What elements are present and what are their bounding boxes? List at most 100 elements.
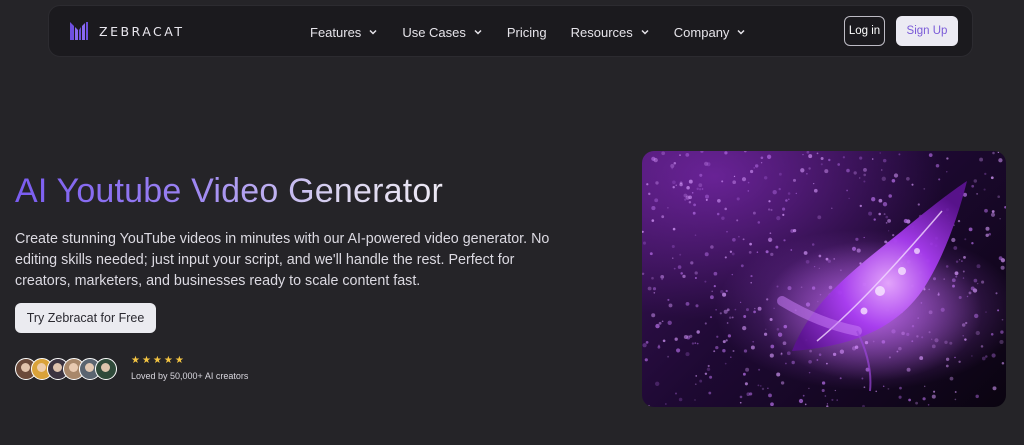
water-droplet [990, 333, 994, 336]
water-droplet [713, 285, 716, 288]
water-droplet [770, 208, 773, 212]
water-droplet [749, 242, 752, 246]
water-droplet [976, 193, 978, 195]
water-droplet [754, 164, 759, 168]
water-droplet [879, 152, 881, 154]
water-droplet [954, 398, 957, 401]
water-droplet [645, 341, 649, 344]
water-droplet [765, 250, 769, 254]
water-droplet [949, 376, 954, 381]
water-droplet [922, 397, 926, 401]
water-droplet [688, 179, 693, 184]
water-droplet [706, 367, 711, 372]
water-droplet [887, 219, 891, 223]
water-droplet [806, 151, 810, 154]
water-droplet [667, 355, 669, 358]
water-droplet [652, 287, 657, 291]
water-droplet [651, 219, 655, 222]
water-droplet [984, 172, 987, 176]
water-droplet [985, 226, 990, 231]
water-droplet [820, 163, 823, 166]
water-droplet [704, 322, 707, 325]
water-droplet [752, 340, 755, 343]
water-droplet [961, 260, 963, 262]
water-droplet [953, 246, 958, 250]
water-droplet [842, 156, 846, 159]
brand-logo[interactable]: ZEBRACAT [69, 21, 185, 41]
water-droplet [694, 399, 696, 401]
water-droplet [927, 404, 930, 406]
water-droplet [725, 339, 728, 342]
water-droplet [713, 350, 716, 353]
water-droplet [831, 207, 833, 209]
water-droplet [732, 180, 737, 185]
water-droplet [731, 252, 735, 256]
nav-item-pricing[interactable]: Pricing [507, 25, 547, 40]
water-droplet [748, 251, 752, 254]
nav-item-label: Company [673, 24, 730, 40]
water-droplet [992, 151, 995, 155]
water-droplet [721, 180, 724, 183]
water-droplet [846, 189, 849, 192]
water-droplet [698, 183, 703, 188]
water-droplet [795, 192, 797, 195]
water-droplet [742, 238, 745, 241]
water-droplet [649, 252, 653, 256]
water-droplet [767, 237, 773, 242]
try-free-button[interactable]: Try Zebracat for Free [15, 303, 156, 333]
nav-item-company[interactable]: Company [674, 25, 747, 40]
water-droplet [892, 233, 895, 237]
water-droplet [695, 375, 697, 377]
water-droplet [908, 398, 911, 402]
water-droplet [667, 206, 669, 209]
water-droplet [878, 212, 881, 216]
water-droplet [980, 345, 984, 348]
water-droplet [983, 188, 986, 191]
water-droplet [732, 349, 735, 353]
water-droplet [742, 325, 747, 331]
water-droplet [726, 308, 730, 312]
hero-description: Create stunning YouTube videos in minute… [15, 231, 550, 289]
water-droplet [648, 404, 650, 407]
water-droplet [828, 158, 831, 162]
nav-item-use-cases[interactable]: Use Cases [402, 25, 483, 40]
nav-item-resources[interactable]: Resources [571, 25, 650, 40]
water-droplet [655, 323, 660, 329]
water-droplet [958, 259, 961, 261]
water-droplet [935, 163, 940, 168]
water-droplet [863, 173, 866, 177]
water-droplet [671, 244, 675, 249]
water-droplet [642, 230, 644, 233]
water-droplet [928, 153, 933, 157]
water-droplet [769, 232, 772, 235]
water-droplet [713, 271, 718, 276]
login-button[interactable]: Log in [844, 16, 885, 46]
water-droplet [685, 301, 690, 306]
water-droplet [651, 206, 656, 211]
water-droplet [739, 301, 742, 303]
water-droplet [898, 153, 901, 156]
water-droplet [696, 342, 699, 345]
water-droplet [699, 379, 703, 383]
top-navbar: ZEBRACAT Features Use Cases Pricing Reso… [48, 5, 973, 57]
water-droplet [679, 154, 681, 156]
water-droplet [813, 182, 815, 185]
water-droplet [985, 355, 988, 358]
water-droplet [882, 202, 888, 207]
water-droplet [780, 353, 783, 356]
water-droplet [881, 176, 886, 181]
signup-button[interactable]: Sign Up [896, 16, 958, 46]
water-droplet [768, 200, 771, 203]
water-droplet [804, 403, 807, 406]
water-droplet [651, 276, 654, 280]
water-droplet [684, 198, 687, 201]
water-droplet [715, 309, 717, 311]
water-droplet [780, 381, 785, 385]
water-droplet [756, 251, 759, 253]
water-droplet [863, 236, 865, 239]
nav-item-features[interactable]: Features [310, 25, 378, 40]
water-droplet [981, 280, 985, 284]
water-droplet [770, 344, 775, 349]
water-droplet [766, 154, 772, 159]
water-droplet [998, 158, 1003, 163]
